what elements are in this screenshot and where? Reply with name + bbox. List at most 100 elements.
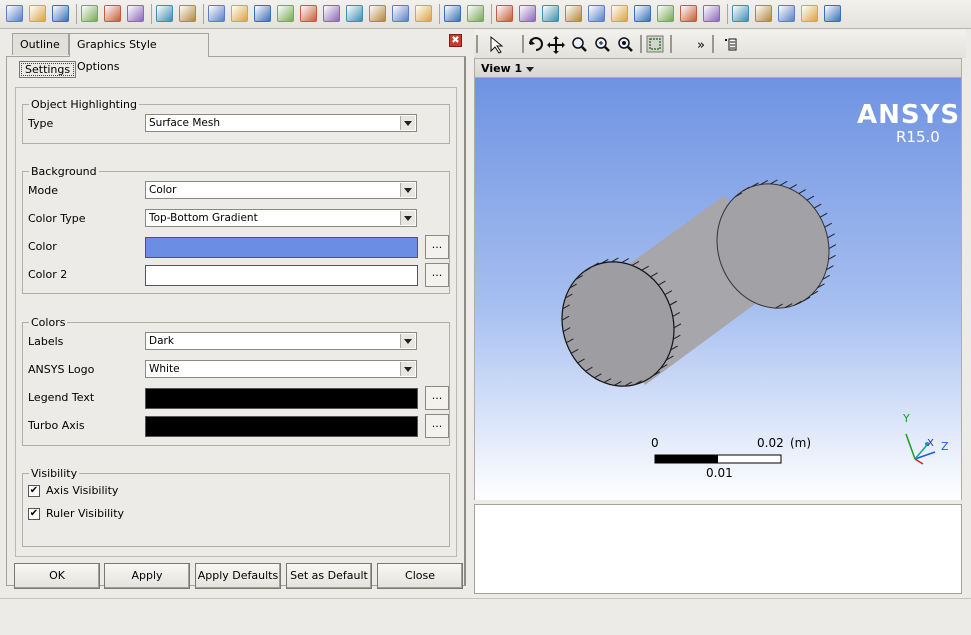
- boundary-icon[interactable]: [519, 5, 536, 22]
- color-type-value: Top-Bottom Gradient: [149, 212, 258, 224]
- edit-icon[interactable]: [778, 5, 795, 22]
- cylinder-model[interactable]: [545, 168, 846, 402]
- set-as-default-button[interactable]: Set as Default: [286, 563, 372, 589]
- toolbar-separator: [76, 4, 77, 24]
- view-header[interactable]: View 1: [474, 58, 962, 78]
- boundary-marker: [828, 254, 836, 260]
- interface-icon[interactable]: [565, 5, 582, 22]
- color-type-select[interactable]: Top-Bottom Gradient: [145, 209, 417, 227]
- turbo-axis-picker-button[interactable]: ...: [425, 414, 449, 438]
- view-toolbar-icons: »: [476, 35, 737, 54]
- color-picker-button[interactable]: ...: [425, 235, 449, 259]
- graphics-viewport[interactable]: ANSYS R15.0 0 0.02 (m) 0.01 Y X Z: [474, 78, 962, 500]
- monitor-icon[interactable]: [634, 5, 651, 22]
- apply-button[interactable]: Apply: [104, 563, 190, 589]
- geometry-canvas: [545, 168, 936, 465]
- color2-picker-button[interactable]: ...: [425, 263, 449, 287]
- expression-icon[interactable]: [369, 5, 386, 22]
- labels-select[interactable]: Dark: [145, 332, 417, 350]
- subdomain-box-icon[interactable]: [542, 5, 559, 22]
- zoom-icon[interactable]: [572, 37, 587, 52]
- subdomain-icon[interactable]: [392, 5, 409, 22]
- fit-view-icon[interactable]: [646, 35, 664, 53]
- undo-icon[interactable]: [156, 5, 173, 22]
- properties-icon[interactable]: [725, 38, 737, 51]
- more-tools-icon[interactable]: »: [697, 38, 705, 53]
- screenshot-icon[interactable]: [127, 5, 144, 22]
- flame-icon[interactable]: [323, 5, 340, 22]
- labels-value: Dark: [149, 335, 174, 347]
- legend-text-swatch[interactable]: [145, 388, 418, 409]
- init-icon[interactable]: [611, 5, 628, 22]
- close-button[interactable]: Close: [377, 563, 463, 589]
- close-panel-icon[interactable]: ✖: [449, 34, 462, 47]
- select-pointer-icon[interactable]: [490, 35, 504, 54]
- tab-outline[interactable]: Outline: [12, 33, 69, 55]
- redo-icon[interactable]: [179, 5, 196, 22]
- message-pane[interactable]: [474, 504, 962, 594]
- turbo-axis-swatch[interactable]: [145, 416, 418, 437]
- toolbar-separator: [439, 4, 440, 24]
- mesh-icon[interactable]: [277, 5, 294, 22]
- mode-select[interactable]: Color: [145, 181, 417, 199]
- select-icon[interactable]: [254, 5, 271, 22]
- mesh-adaption-icon[interactable]: [588, 5, 605, 22]
- new-icon[interactable]: [6, 5, 23, 22]
- pan-icon[interactable]: [547, 36, 565, 54]
- chevron-down-icon[interactable]: [400, 211, 415, 225]
- timestep-icon[interactable]: [444, 5, 461, 22]
- zoom-box-icon[interactable]: [595, 37, 610, 52]
- run-icon[interactable]: [755, 5, 772, 22]
- color2-swatch[interactable]: [145, 265, 418, 286]
- chevron-down-icon[interactable]: [400, 334, 415, 348]
- ansys-logo-select[interactable]: White: [145, 360, 417, 378]
- highlight-type-select[interactable]: Surface Mesh: [145, 114, 417, 132]
- tab-settings[interactable]: Settings: [19, 61, 77, 78]
- boundary-marker: [819, 212, 828, 218]
- view-title: View 1: [481, 62, 523, 75]
- toolbar-separator: [727, 4, 728, 24]
- solver-control-icon[interactable]: [657, 5, 674, 22]
- export-icon[interactable]: [104, 5, 121, 22]
- main-toolbar: [0, 0, 971, 29]
- axis-x-label: X: [927, 438, 934, 449]
- import-icon[interactable]: [81, 5, 98, 22]
- rotate-icon[interactable]: [529, 37, 543, 51]
- folder-open-icon[interactable]: [208, 5, 225, 22]
- boundary-marker: [789, 184, 797, 189]
- physics-icon[interactable]: [300, 5, 317, 22]
- tab-graphics-style-options[interactable]: Graphics Style Options: [69, 33, 209, 73]
- model-icon[interactable]: [231, 5, 248, 22]
- ok-button[interactable]: OK: [14, 563, 100, 589]
- variables-icon[interactable]: [346, 5, 363, 22]
- axis-visibility-label: Axis Visibility: [46, 484, 119, 497]
- apply-defaults-button[interactable]: Apply Defaults: [195, 563, 281, 589]
- axis-visibility-checkbox[interactable]: ✔: [28, 485, 40, 497]
- animation-icon[interactable]: [467, 5, 484, 22]
- highlight-type-label: Type: [28, 117, 54, 130]
- chevron-down-icon[interactable]: [526, 67, 534, 72]
- chevron-down-icon[interactable]: [400, 183, 415, 197]
- chevron-down-icon[interactable]: [400, 362, 415, 376]
- legend-text-picker-button[interactable]: ...: [425, 386, 449, 410]
- color-swatch[interactable]: [145, 237, 418, 258]
- flow-icon[interactable]: [680, 5, 697, 22]
- domain-icon[interactable]: [496, 5, 513, 22]
- visibility-title: Visibility: [31, 467, 78, 480]
- ruler-visibility-checkbox[interactable]: ✔: [28, 508, 40, 520]
- labels-label: Labels: [28, 335, 64, 348]
- report-icon[interactable]: [801, 5, 818, 22]
- zoom-fit-icon[interactable]: [618, 37, 633, 52]
- export-report-icon[interactable]: [824, 5, 841, 22]
- open-icon[interactable]: [29, 5, 46, 22]
- paste-icon[interactable]: [732, 5, 749, 22]
- chevron-down-icon[interactable]: [400, 116, 415, 130]
- turbo-axis-label: Turbo Axis: [28, 419, 85, 432]
- boundary-marker: [827, 233, 835, 239]
- ruler-end-label: 0.02: [757, 436, 784, 450]
- function-icon[interactable]: [415, 5, 432, 22]
- save-icon[interactable]: [52, 5, 69, 22]
- copy-icon[interactable]: [703, 5, 720, 22]
- ruler-visibility-label: Ruler Visibility: [46, 507, 125, 520]
- status-bar: [0, 598, 971, 635]
